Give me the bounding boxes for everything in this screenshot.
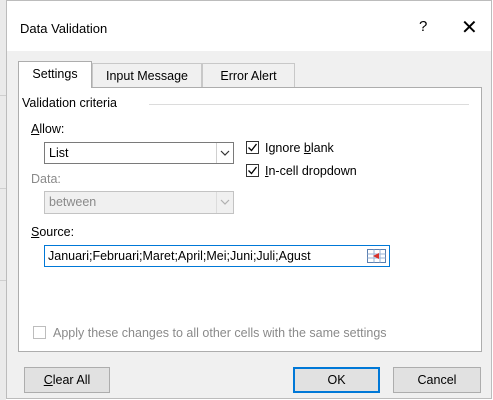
help-button[interactable]: ? (419, 18, 427, 35)
in-cell-dropdown-checkbox[interactable] (246, 164, 259, 177)
data-dropdown[interactable]: between (44, 191, 234, 214)
tab-error-alert[interactable]: Error Alert (202, 63, 295, 87)
ok-button[interactable]: OK (293, 367, 380, 393)
clear-all-button[interactable]: Clear All (24, 367, 110, 393)
apply-all-checkbox[interactable] (33, 326, 46, 339)
in-cell-dropdown-label: In-cell dropdown (265, 164, 357, 178)
checkmark-icon (248, 143, 258, 152)
group-divider (149, 104, 469, 105)
source-label: Source: (31, 225, 75, 239)
allow-dropdown[interactable]: List (44, 142, 234, 164)
allow-label: Allow: (31, 122, 65, 136)
title-bar: Data Validation ? ✕ (7, 1, 491, 51)
chevron-down-icon[interactable] (216, 192, 233, 213)
tab-settings[interactable]: Settings (18, 61, 92, 88)
cancel-button[interactable]: Cancel (393, 367, 481, 393)
checkmark-icon (248, 166, 258, 175)
source-value: Januari;Februari;Maret;April;Mei;Juni;Ju… (48, 249, 311, 263)
dialog-title: Data Validation (20, 21, 108, 36)
tab-input-message[interactable]: Input Message (92, 63, 202, 87)
close-button[interactable]: ✕ (461, 15, 478, 40)
data-value: between (49, 195, 97, 209)
ignore-blank-checkbox[interactable] (246, 141, 259, 154)
source-input[interactable]: Januari;Februari;Maret;April;Mei;Juni;Ju… (44, 245, 390, 267)
range-selector-icon[interactable] (366, 247, 387, 265)
chevron-down-icon[interactable] (216, 143, 233, 163)
data-validation-dialog: Data Validation ? ✕ Settings Input Messa… (6, 0, 492, 399)
ignore-blank-label: Ignore blank (265, 141, 334, 155)
validation-criteria-label: Validation criteria (22, 96, 117, 110)
data-label: Data: (31, 172, 61, 186)
apply-all-label: Apply these changes to all other cells w… (53, 326, 387, 340)
allow-value: List (49, 146, 69, 160)
settings-panel (18, 87, 482, 352)
